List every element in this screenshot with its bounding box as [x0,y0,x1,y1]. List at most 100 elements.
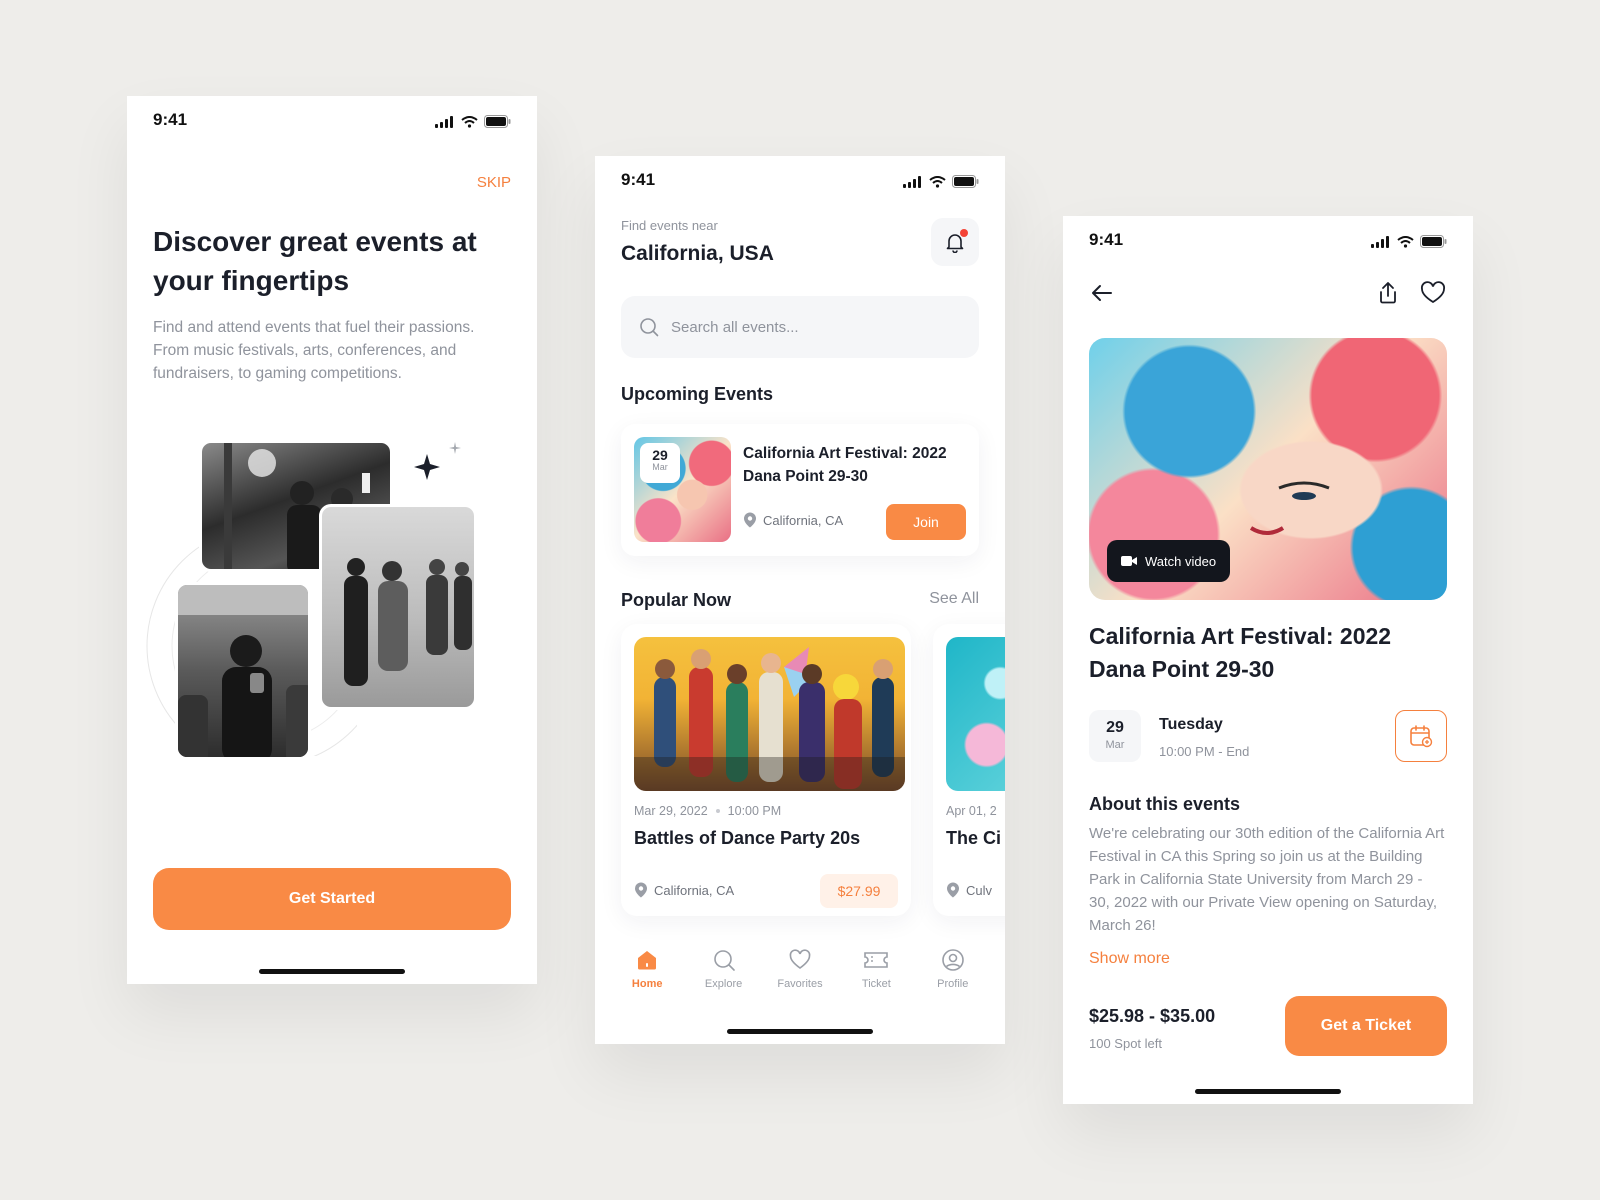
tab-profile[interactable]: Profile [923,948,983,1008]
share-icon[interactable] [1375,280,1401,306]
location-selector[interactable]: California, USA [621,242,774,266]
onboarding-title: Discover great events at your fingertips [153,226,477,296]
notifications-button[interactable] [931,218,979,266]
notification-dot [960,229,968,237]
event-title: California Art Festival: 2022 Dana Point… [1089,623,1392,682]
status-bar: 9:41 [127,96,537,146]
upcoming-events-title: Upcoming Events [621,384,774,404]
tab-label: Profile [937,978,969,990]
event-month: Mar [1105,739,1125,751]
event-date: Mar 29, 2022 [634,804,708,818]
skip-button[interactable]: SKIP [477,174,511,191]
tab-home[interactable]: Home [617,948,677,1008]
about-title: About this events [1089,794,1241,814]
signal-icon [1371,235,1389,248]
search-icon [640,318,659,337]
photo-collage [146,436,507,776]
profile-icon [941,949,964,971]
get-started-button[interactable]: Get Started [153,868,511,930]
home-icon [638,951,657,970]
event-price: $27.99 [820,874,898,908]
status-bar: 9:41 [1063,216,1473,266]
heart-icon[interactable] [1419,280,1447,306]
get-ticket-button[interactable]: Get a Ticket [1285,996,1447,1056]
event-date: Apr 01, 2 [946,804,997,818]
onboarding-description: Find and attend events that fuel their p… [153,319,475,382]
popular-event-card[interactable]: Mar 29, 2022 10:00 PM Battles of Dance P… [621,624,911,916]
onboarding-screen: 9:41 SKIP Discover great events at your … [127,96,537,984]
event-location: California, CA [743,512,843,528]
event-title: Battles of Dance Party 20s [634,828,861,848]
status-time: 9:41 [153,110,188,129]
watch-video-label: Watch video [1145,553,1217,569]
event-location-text: California, CA [654,882,735,898]
tab-label: Favorites [777,978,823,990]
event-month: Mar [652,462,668,473]
home-indicator [727,1029,873,1034]
status-icons [1371,235,1447,248]
popular-event-card[interactable]: Apr 01, 2 The Ci Culv [933,624,1005,916]
event-time: 10:00 PM [727,804,782,818]
event-thumbnail: 29 Mar [634,437,731,542]
event-location-text: California, CA [763,512,844,528]
show-more-link[interactable]: Show more [1089,950,1170,968]
search-icon [713,950,735,971]
upcoming-event-card[interactable]: 29 Mar California Art Festival: 2022 Dan… [621,424,979,556]
event-title: California Art Festival: 2022 Dana Point… [743,445,947,485]
battery-icon [952,175,979,188]
home-screen: 9:41 Find events near California, USA Up… [595,156,1005,1044]
tab-favorites[interactable]: Favorites [770,948,830,1008]
event-image [946,637,1005,791]
dance-party-image [634,637,905,791]
location-pin-icon [947,882,959,898]
event-datetime: Apr 01, 2 [946,804,997,818]
back-arrow-icon[interactable] [1089,280,1115,306]
join-button[interactable]: Join [886,504,966,540]
status-bar: 9:41 [595,156,1005,206]
event-location: Culv [946,882,992,898]
commuter-photo [175,582,311,760]
event-date-badge: 29 Mar [640,443,680,483]
signal-icon [903,175,921,188]
meta-separator [715,809,720,813]
spots-left: 100 Spot left [1089,1036,1162,1051]
crowd-photo [319,504,477,710]
price-range: $25.98 - $35.00 [1089,1006,1216,1026]
find-events-label: Find events near [621,218,718,233]
event-location-text: Culv [966,882,993,898]
about-body: We're celebrating our 30th edition of th… [1089,825,1445,934]
status-time: 9:41 [621,170,656,189]
tab-ticket[interactable]: Ticket [846,948,906,1008]
heart-icon [789,949,811,969]
search-bar[interactable] [621,296,979,358]
event-day: 29 [652,447,668,463]
search-input[interactable] [671,318,951,336]
watch-video-button[interactable]: Watch video [1107,540,1231,582]
ticket-icon [864,952,889,968]
home-indicator [259,969,405,974]
bottom-tab-bar: Home Explore Favorites Ticket Profile [595,948,1005,1008]
tab-label: Ticket [861,978,891,990]
event-weekday: Tuesday [1159,716,1223,733]
status-time: 9:41 [1089,230,1124,249]
popular-now-title: Popular Now [621,590,732,610]
calendar-add-icon [1410,725,1433,748]
wifi-icon [461,115,478,128]
home-indicator [1195,1089,1341,1094]
wifi-icon [1397,235,1414,248]
battery-icon [484,115,511,128]
video-camera-icon [1121,556,1137,566]
event-hero-image: Watch video [1089,338,1447,600]
add-to-calendar-button[interactable] [1395,710,1447,762]
status-icons [903,175,979,188]
event-title: The Ci [946,828,1002,848]
tab-explore[interactable]: Explore [694,948,754,1008]
location-pin-icon [635,882,647,898]
event-day: 29 [1106,719,1124,736]
event-detail-screen: 9:41 Watch video California Art Festival… [1063,216,1473,1104]
event-location: California, CA [634,882,734,898]
see-all-link[interactable]: See All [929,590,979,608]
event-date-box: 29 Mar [1089,710,1141,762]
event-datetime: Mar 29, 2022 10:00 PM [634,804,781,818]
battery-icon [1420,235,1447,248]
